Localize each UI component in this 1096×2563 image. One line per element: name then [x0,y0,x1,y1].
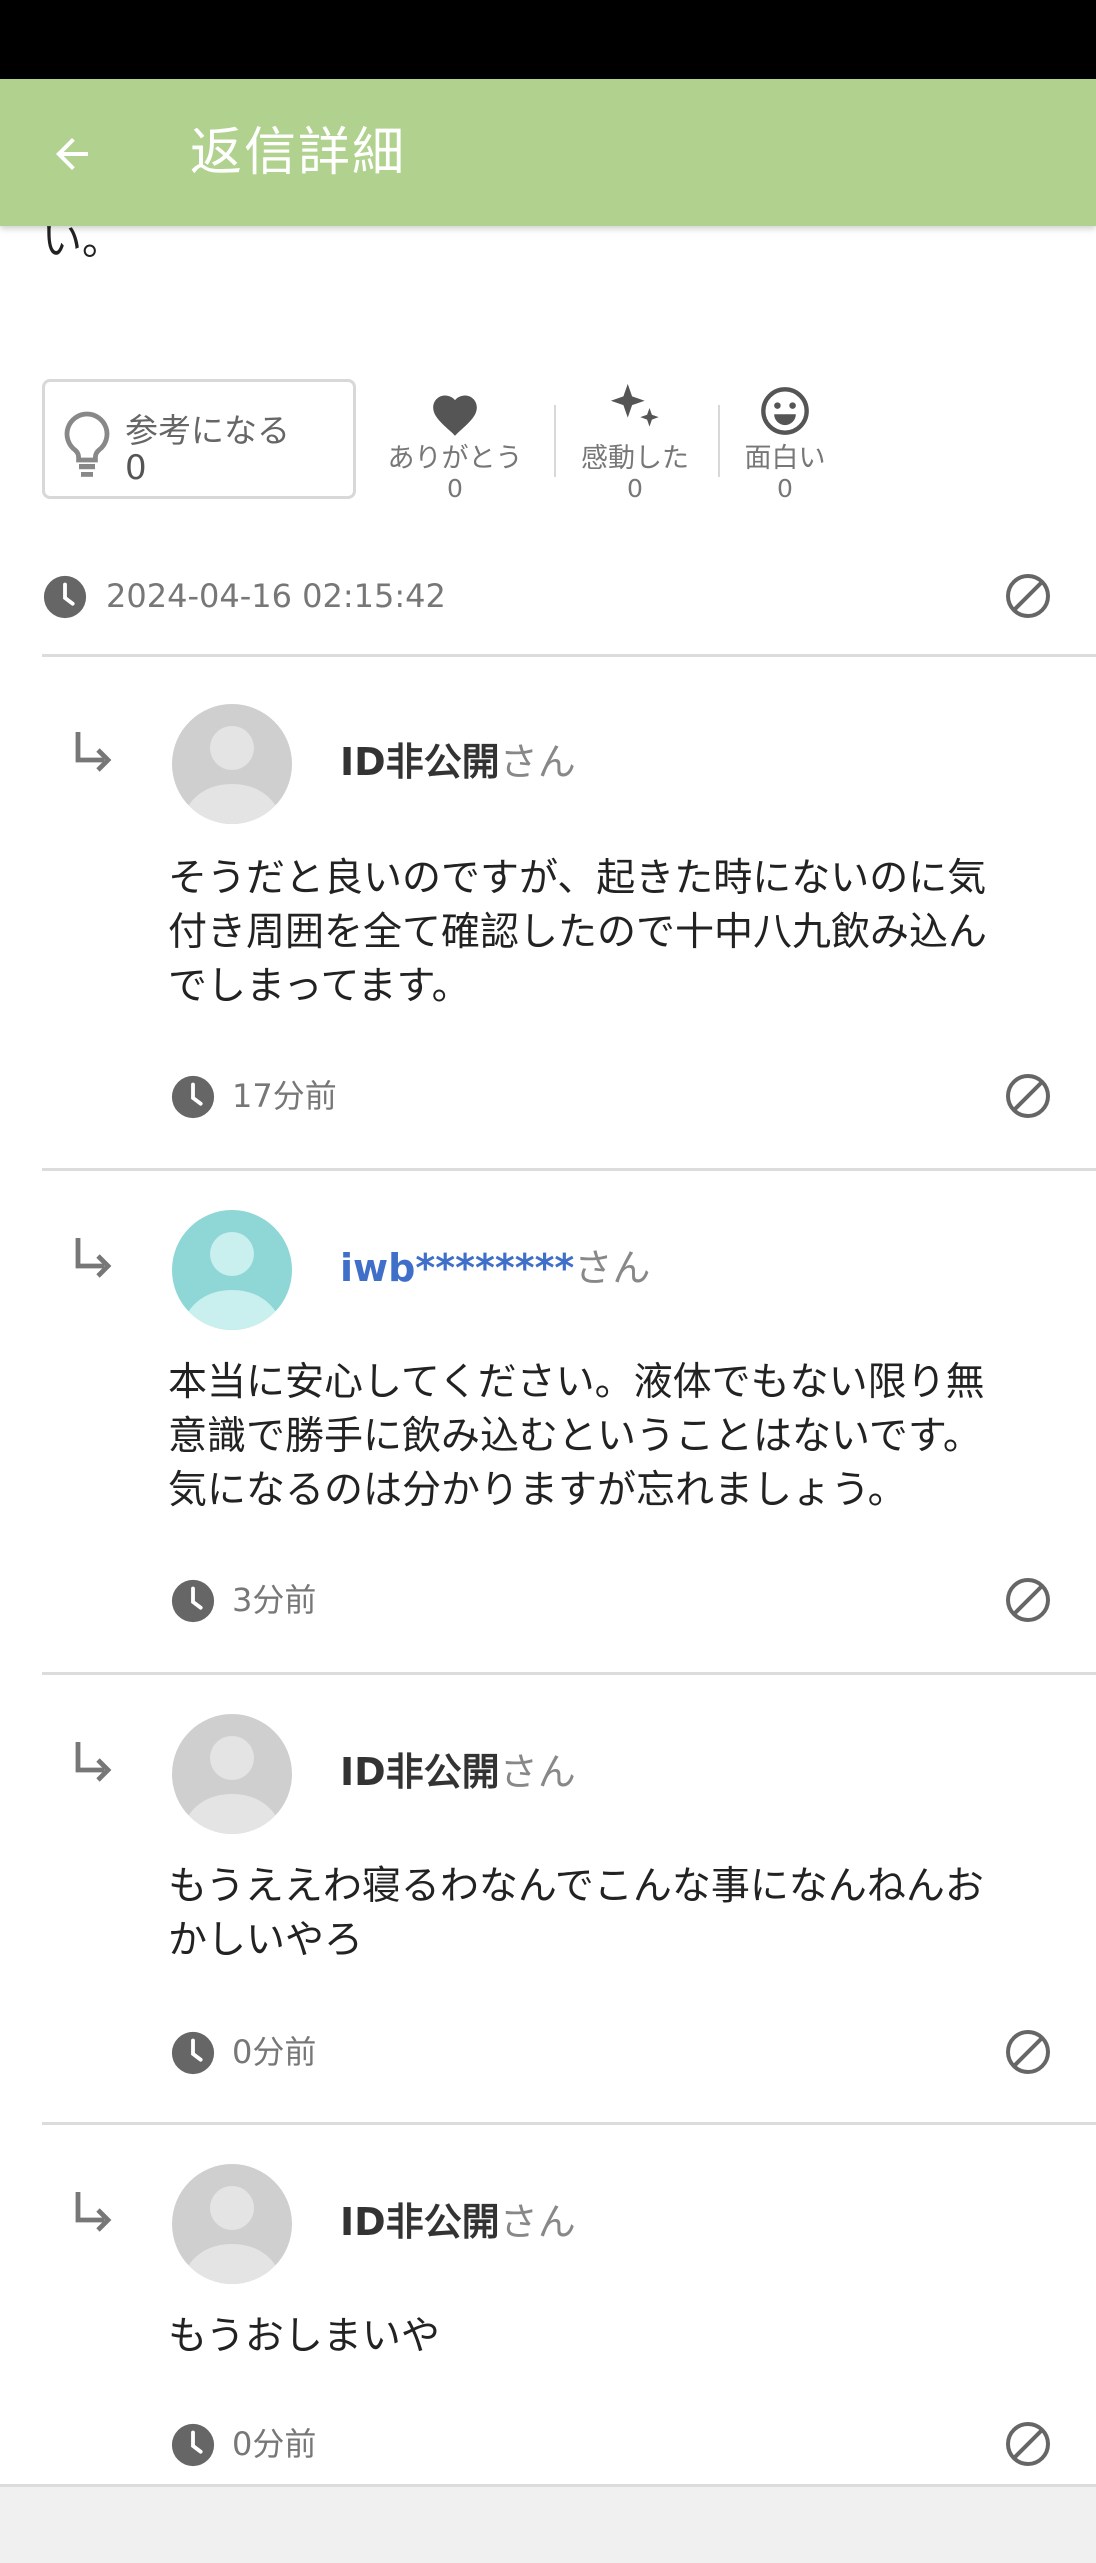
reply-body: もうおしまいや [168,2310,1058,2364]
clock-icon [171,1579,215,1623]
reply-time: 3分前 [232,1581,317,1619]
reply-body: もうええわ寝るわなんでこんな事になんねんお かしいやろ [168,1860,1058,1968]
post-meta: 2024-04-16 02:15:42 [42,568,1052,624]
reply-item: iwb********さん 本当に安心してください。液体でもない限り無 意識で勝… [0,1206,1096,1656]
smiley-icon [761,387,809,435]
user-id: ID非公開 [340,740,500,784]
thanks-label: ありがとう [387,443,523,474]
moved-count: 0 [627,474,643,503]
user-id: ID非公開 [340,1750,500,1794]
honorific: さん [499,1750,576,1794]
reply-line: 意識で勝手に飲み込むということはないです。 [168,1414,982,1459]
avatar[interactable] [172,1714,292,1834]
bottom-edge [0,2484,1096,2563]
divider [42,654,1096,657]
reply-meta: 17分前 [170,1070,1052,1126]
clock-icon [171,2423,215,2467]
back-button[interactable] [40,122,104,186]
arrow-left-icon [56,138,88,170]
clock-icon [43,575,87,619]
reply-item: ID非公開さん もうええわ寝るわなんでこんな事になんねんお かしいやろ 0分前 [0,1710,1096,2110]
reply-arrow-icon [75,1742,112,1782]
reply-time: 0分前 [232,2033,317,2071]
helpful-count: 0 [125,448,147,488]
reply-line: そうだと良いのですが、起きた時にないのに気 [168,856,987,901]
reply-time: 0分前 [232,2425,317,2463]
reply-author[interactable]: iwb********さん [340,1244,650,1292]
user-id: ID非公開 [340,2200,500,2244]
block-icon[interactable] [1004,2420,1052,2468]
divider [42,1168,1096,1171]
thanks-button[interactable]: ありがとう 0 [380,379,530,503]
app-bar: 返信詳細 [0,79,1096,226]
block-icon[interactable] [1004,1576,1052,1624]
clock-icon [171,2031,215,2075]
reply-arrow-icon [75,2192,112,2232]
post-timestamp: 2024-04-16 02:15:42 [106,577,446,615]
reply-body: 本当に安心してください。液体でもない限り無 意識で勝手に飲み込むということはない… [168,1356,1058,1518]
funny-button[interactable]: 面白い 0 [710,379,860,503]
reply-meta: 0分前 [170,2418,1052,2474]
reply-author[interactable]: ID非公開さん [340,1748,576,1796]
default-user-icon [172,1714,292,1834]
reply-line: 付き周囲を全て確認したので十中八九飲み込ん [168,910,988,955]
reply-line: もうええわ寝るわなんでこんな事になんねんお [168,1864,984,1909]
reply-author[interactable]: ID非公開さん [340,738,576,786]
page-title: 返信詳細 [190,123,407,183]
reply-arrow-icon [75,1238,112,1278]
reply-line: でしまってます。 [168,964,471,1009]
default-user-icon [172,1210,292,1330]
block-icon[interactable] [1004,1072,1052,1120]
reaction-divider [554,405,556,477]
reply-time: 17分前 [232,1077,337,1115]
user-id: iwb******** [340,1246,575,1290]
reply-author[interactable]: ID非公開さん [340,2198,576,2246]
reply-item: ID非公開さん そうだと良いのですが、起きた時にないのに気 付き周囲を全て確認し… [0,700,1096,1150]
avatar[interactable] [172,1210,292,1330]
block-icon[interactable] [1004,572,1052,620]
lightbulb-icon [64,411,110,477]
block-icon[interactable] [1004,2028,1052,2076]
reply-line: かしいやろ [168,1918,364,1963]
funny-label: 面白い [744,443,826,474]
divider [42,2122,1096,2125]
helpful-label: 参考になる [125,411,290,450]
reply-meta: 3分前 [170,1574,1052,1630]
reaction-bar: 参考になる 0 ありがとう 0 感動した 0 面白い 0 [42,379,1042,503]
default-user-icon [172,2164,292,2284]
sparkle-icon [610,383,659,427]
moved-button[interactable]: 感動した 0 [560,379,710,503]
honorific: さん [574,1246,651,1290]
status-bar [0,0,1096,79]
helpful-button[interactable]: 参考になる 0 [42,379,356,499]
reply-line: 本当に安心してください。液体でもない限り無 [168,1360,985,1405]
clock-icon [171,1075,215,1119]
honorific: さん [499,740,576,784]
moved-label: 感動した [581,443,689,474]
default-user-icon [172,704,292,824]
funny-count: 0 [777,474,793,503]
divider [42,1672,1096,1675]
reply-line: 気になるのは分かりますが忘れましょう。 [168,1468,907,1513]
reply-body: そうだと良いのですが、起きた時にないのに気 付き周囲を全て確認したので十中八九飲… [168,852,1058,1014]
thanks-count: 0 [447,474,463,503]
reply-meta: 0分前 [170,2026,1052,2082]
reply-arrow-icon [75,732,112,772]
avatar[interactable] [172,704,292,824]
avatar[interactable] [172,2164,292,2284]
honorific: さん [499,2200,576,2244]
reply-line: もうおしまいや [168,2314,440,2359]
heart-icon [433,395,477,436]
reply-item: ID非公開さん もうおしまいや 0分前 [0,2160,1096,2480]
